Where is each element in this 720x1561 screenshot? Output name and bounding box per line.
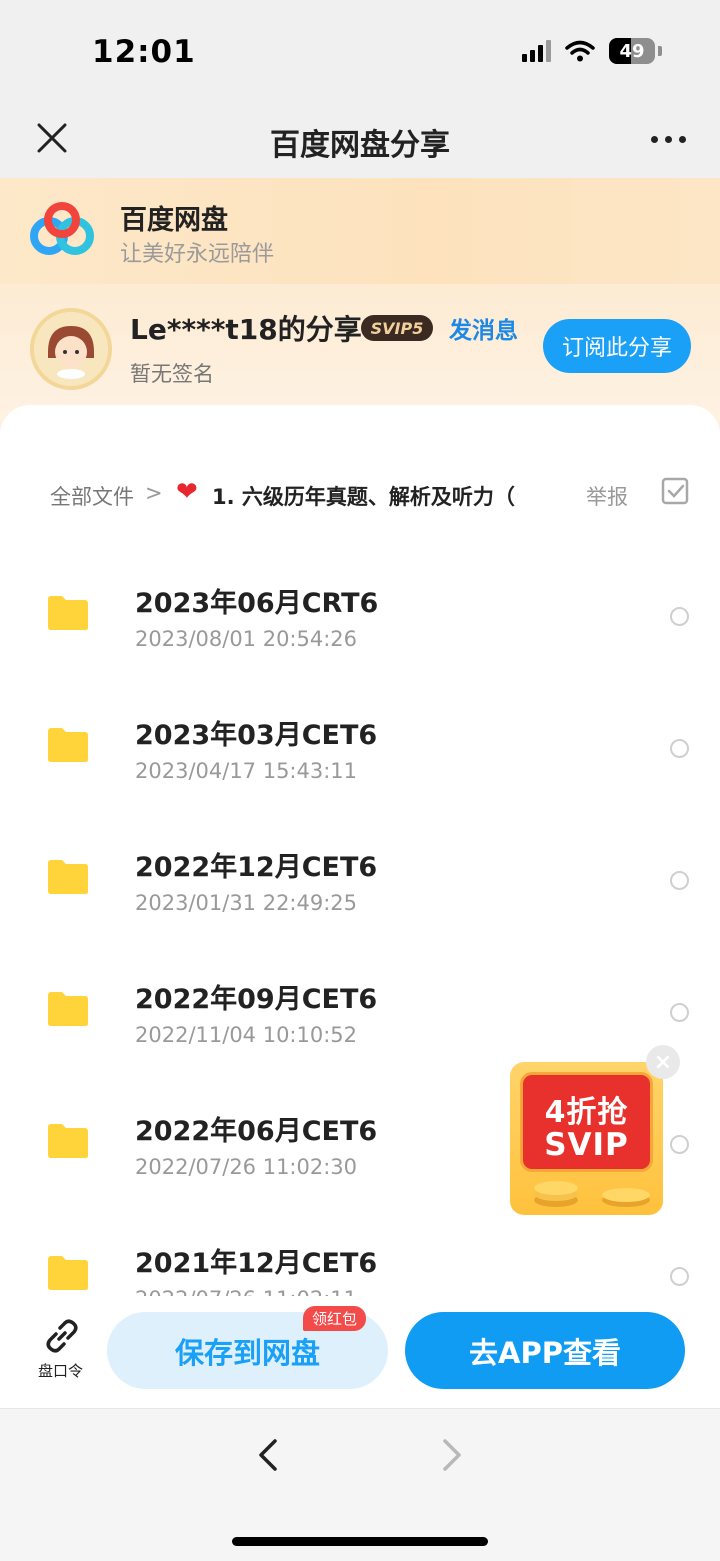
breadcrumb-separator: > bbox=[145, 481, 163, 505]
brand-slogan: 让美好永远陪伴 bbox=[120, 242, 275, 267]
sharer-name: Le****t18的分享 bbox=[130, 313, 362, 346]
select-radio[interactable] bbox=[670, 607, 689, 626]
file-name: 2022年12月CET6 bbox=[135, 852, 378, 883]
file-row[interactable]: 2023年06月CRT6 2023/08/01 20:54:26 bbox=[0, 551, 720, 683]
more-icon[interactable] bbox=[651, 124, 686, 154]
file-name: 2022年06月CET6 bbox=[135, 1116, 378, 1147]
open-in-app-button[interactable]: 去APP查看 bbox=[405, 1312, 685, 1389]
svip-badge: SVIP5 bbox=[361, 315, 433, 341]
select-radio[interactable] bbox=[670, 871, 689, 890]
brand-name: 百度网盘 bbox=[120, 205, 228, 236]
folder-icon bbox=[48, 1256, 88, 1290]
promo-banner: 4折抢 SVIP bbox=[520, 1072, 653, 1172]
svip-promo-widget[interactable]: 4折抢 SVIP bbox=[510, 1062, 665, 1216]
promo-close-icon[interactable]: × bbox=[646, 1045, 680, 1079]
folder-icon bbox=[48, 728, 88, 762]
baidu-netdisk-logo-icon bbox=[30, 202, 94, 255]
promo-card: 4折抢 SVIP bbox=[510, 1062, 663, 1215]
coins-icon bbox=[534, 1181, 650, 1207]
wifi-icon bbox=[565, 40, 595, 62]
forward-arrow-icon[interactable] bbox=[437, 1437, 467, 1473]
browser-toolbar bbox=[0, 1408, 720, 1561]
file-browser: 全部文件 > ❤ 1. 六级历年真题、解析及听力（ 举报 2023年06月CRT… bbox=[0, 405, 720, 1408]
file-name: 2023年03月CET6 bbox=[135, 720, 378, 751]
heart-icon: ❤ bbox=[176, 477, 198, 507]
file-date: 2023/08/01 20:54:26 bbox=[135, 627, 358, 651]
brand-banner[interactable]: 百度网盘 让美好永远陪伴 bbox=[0, 178, 720, 284]
breadcrumb-root[interactable]: 全部文件 bbox=[50, 481, 134, 511]
promo-discount-text: 4折抢 bbox=[544, 1095, 629, 1130]
battery-icon: 49 bbox=[609, 38, 655, 64]
file-date: 2022/11/04 10:10:52 bbox=[135, 1023, 358, 1047]
avatar-illustration-icon bbox=[34, 312, 108, 386]
file-list: 2023年06月CRT6 2023/08/01 20:54:26 2023年03… bbox=[0, 551, 720, 1343]
file-name: 2023年06月CRT6 bbox=[135, 588, 379, 619]
promo-svip-text: SVIP bbox=[544, 1127, 629, 1163]
folder-icon bbox=[48, 596, 88, 630]
breadcrumb: 全部文件 > ❤ 1. 六级历年真题、解析及听力（ 举报 bbox=[0, 475, 720, 515]
status-icons: 49 bbox=[522, 38, 662, 64]
breadcrumb-current: 1. 六级历年真题、解析及听力（ bbox=[212, 485, 515, 509]
file-date: 2022/07/26 11:02:30 bbox=[135, 1155, 358, 1179]
folder-icon bbox=[48, 860, 88, 894]
home-indicator bbox=[232, 1537, 488, 1546]
send-message-link[interactable]: 发消息 bbox=[449, 311, 518, 345]
action-bar: 盘口令 保存到网盘 领红包 去APP查看 bbox=[0, 1296, 720, 1408]
file-date: 2023/04/17 15:43:11 bbox=[135, 759, 358, 783]
back-arrow-icon[interactable] bbox=[253, 1437, 283, 1473]
select-radio[interactable] bbox=[670, 1267, 689, 1286]
report-link[interactable]: 举报 bbox=[586, 481, 628, 511]
file-name: 2022年09月CET6 bbox=[135, 984, 378, 1015]
share-code-label[interactable]: 盘口令 bbox=[38, 1360, 83, 1381]
file-name: 2021年12月CET6 bbox=[135, 1248, 378, 1279]
file-row[interactable]: 2023年03月CET6 2023/04/17 15:43:11 bbox=[0, 683, 720, 815]
page-title: 百度网盘分享 bbox=[270, 128, 450, 163]
folder-icon bbox=[48, 1124, 88, 1158]
select-all-checkbox-icon[interactable] bbox=[661, 477, 689, 505]
status-bar: 12:01 49 bbox=[0, 0, 720, 100]
file-row[interactable]: 2022年09月CET6 2022/11/04 10:10:52 bbox=[0, 947, 720, 1079]
folder-icon bbox=[48, 992, 88, 1026]
battery-level: 49 bbox=[619, 40, 645, 62]
avatar[interactable] bbox=[30, 308, 112, 390]
select-radio[interactable] bbox=[670, 1003, 689, 1022]
sharer-signature: 暂无签名 bbox=[130, 362, 214, 386]
file-row[interactable]: 2022年12月CET6 2023/01/31 22:49:25 bbox=[0, 815, 720, 947]
red-packet-tag: 领红包 bbox=[303, 1306, 366, 1331]
signal-icon bbox=[522, 40, 551, 62]
subscribe-button[interactable]: 订阅此分享 bbox=[543, 319, 691, 373]
nav-bar: 百度网盘分享 bbox=[0, 100, 720, 178]
select-radio[interactable] bbox=[670, 739, 689, 758]
status-time: 12:01 bbox=[92, 34, 196, 70]
link-icon[interactable] bbox=[42, 1318, 82, 1354]
select-radio[interactable] bbox=[670, 1135, 689, 1154]
file-date: 2023/01/31 22:49:25 bbox=[135, 891, 358, 915]
